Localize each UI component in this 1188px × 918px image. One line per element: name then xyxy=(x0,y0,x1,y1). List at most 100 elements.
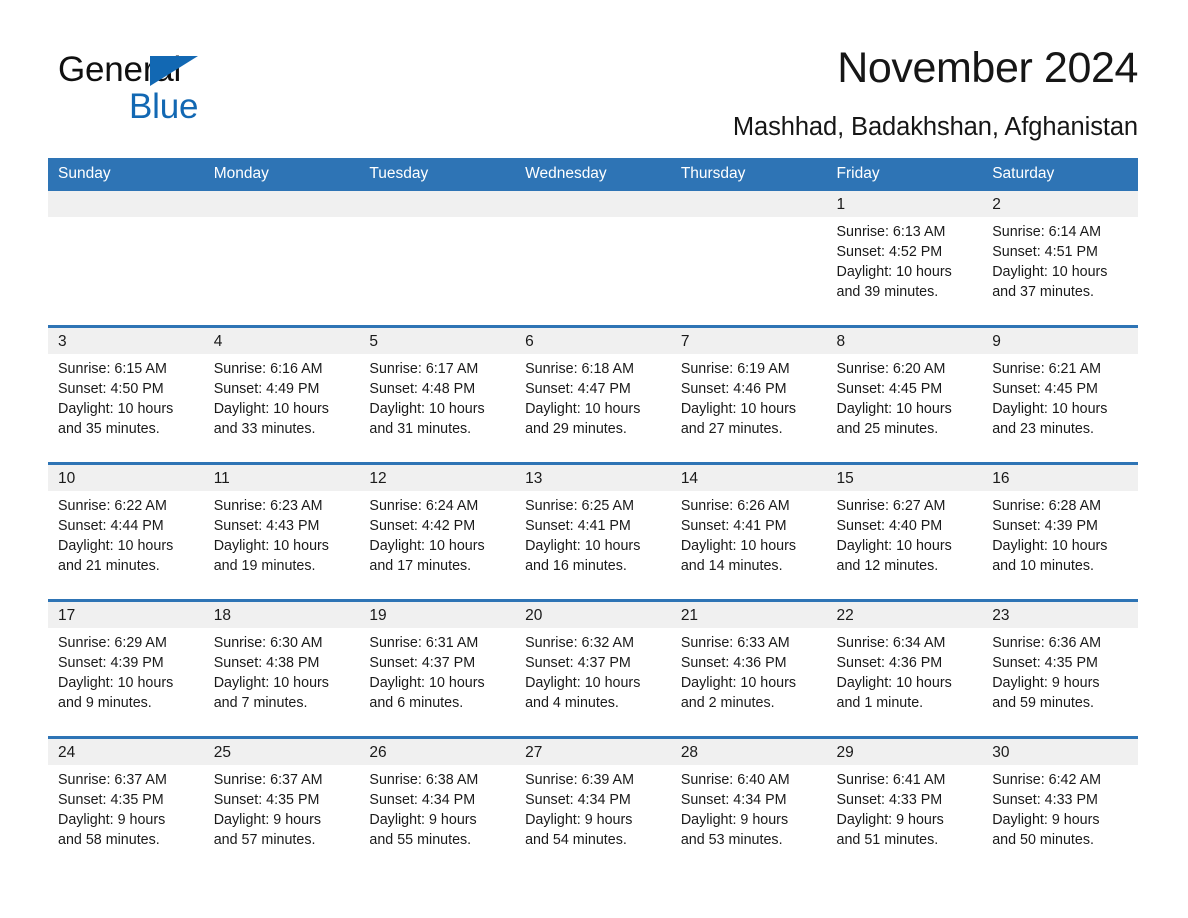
calendar-day-cell[interactable]: 14 Sunrise: 6:26 AM Sunset: 4:41 PM Dayligh… xyxy=(670,462,827,601)
sunrise-time: Sunrise: 6:20 AM xyxy=(836,361,946,377)
sunrise-time: Sunrise: 6:19 AM xyxy=(680,361,790,377)
day-number xyxy=(515,191,671,217)
daylight-duration-line1: Daylight: 10 hours xyxy=(836,400,952,417)
day-number: 19 xyxy=(359,602,516,628)
calendar-day-cell-empty xyxy=(515,191,671,325)
calendar-day-cell[interactable]: 3 Sunrise: 6:15 AM Sunset: 4:50 PM Daylight… xyxy=(48,325,204,464)
daylight-duration-line1: Daylight: 10 hours xyxy=(525,400,641,417)
day-number: 29 xyxy=(826,739,983,765)
daylight-duration-line1: Daylight: 10 hours xyxy=(525,674,641,691)
daylight-duration-line2: and 54 minutes. xyxy=(525,831,627,848)
sunrise-time: Sunrise: 6:22 AM xyxy=(58,498,167,514)
sunset-time: Sunset: 4:36 PM xyxy=(836,654,943,671)
calendar-day-cell[interactable]: 24 Sunrise: 6:37 AM Sunset: 4:35 PM Dayligh… xyxy=(48,736,204,873)
calendar-day-cell[interactable]: 15 Sunrise: 6:27 AM Sunset: 4:40 PM Dayligh… xyxy=(826,462,983,601)
calendar-day-cell[interactable] xyxy=(670,191,827,327)
calendar-day-cell-inner: 24 Sunrise: 6:37 AM Sunset: 4:35 PM Dayligh… xyxy=(48,739,204,873)
calendar-day-cell[interactable]: 18 Sunrise: 6:30 AM Sunset: 4:38 PM Dayligh… xyxy=(203,599,360,738)
calendar-day-cell[interactable]: 25 Sunrise: 6:37 AM Sunset: 4:35 PM Dayligh… xyxy=(203,736,360,873)
daylight-duration-line2: and 2 minutes. xyxy=(680,694,775,711)
sunrise-time: Sunrise: 6:39 AM xyxy=(525,772,634,788)
sunset-time: Sunset: 4:33 PM xyxy=(992,791,1098,808)
calendar-day-cell[interactable]: 26 Sunrise: 6:38 AM Sunset: 4:34 PM Dayligh… xyxy=(359,736,516,873)
day-number: 27 xyxy=(515,739,671,765)
day-number: 9 xyxy=(982,328,1138,354)
daylight-duration-line1: Daylight: 10 hours xyxy=(58,674,174,691)
calendar-day-cell-inner: 11 Sunrise: 6:23 AM Sunset: 4:43 PM Dayligh… xyxy=(203,465,360,599)
daylight-duration-line1: Daylight: 10 hours xyxy=(369,537,485,554)
sunset-time: Sunset: 4:35 PM xyxy=(58,791,164,808)
calendar-day-cell[interactable]: 11 Sunrise: 6:23 AM Sunset: 4:43 PM Dayligh… xyxy=(203,462,360,601)
calendar-day-cell[interactable]: 29 Sunrise: 6:41 AM Sunset: 4:33 PM Dayligh… xyxy=(826,736,983,873)
logo-text-general: General xyxy=(58,52,358,88)
calendar-day-cell[interactable]: 12 Sunrise: 6:24 AM Sunset: 4:42 PM Dayligh… xyxy=(359,462,516,601)
calendar-week-row: 10 Sunrise: 6:22 AM Sunset: 4:44 PM Dayligh… xyxy=(48,462,1138,601)
daylight-duration-line1: Daylight: 10 hours xyxy=(836,537,952,554)
sunrise-time: Sunrise: 6:38 AM xyxy=(369,772,479,788)
calendar-day-cell-inner: 22 Sunrise: 6:34 AM Sunset: 4:36 PM Dayligh… xyxy=(826,602,983,736)
calendar-day-cell-inner: 21 Sunrise: 6:33 AM Sunset: 4:36 PM Dayligh… xyxy=(670,602,827,736)
day-details: Sunrise: 6:37 AM Sunset: 4:35 PM Daylight:… xyxy=(48,765,204,851)
calendar-day-cell[interactable]: 10 Sunrise: 6:22 AM Sunset: 4:44 PM Dayligh… xyxy=(48,462,204,601)
calendar-day-cell-empty xyxy=(359,191,516,325)
day-details: Sunrise: 6:33 AM Sunset: 4:36 PM Daylight:… xyxy=(671,628,827,714)
day-number: 5 xyxy=(359,328,516,354)
day-details: Sunrise: 6:38 AM Sunset: 4:34 PM Daylight:… xyxy=(359,765,515,851)
day-details: Sunrise: 6:28 AM Sunset: 4:39 PM Daylight:… xyxy=(982,491,1138,577)
calendar-day-cell[interactable]: 28 Sunrise: 6:40 AM Sunset: 4:34 PM Dayligh… xyxy=(670,736,827,873)
sunset-time: Sunset: 4:46 PM xyxy=(680,380,787,397)
weekday-header-row: Sunday Monday Tuesday Wednesday Thursday… xyxy=(48,158,1138,191)
sunset-time: Sunset: 4:44 PM xyxy=(58,517,164,534)
calendar-day-cell[interactable]: 6 Sunrise: 6:18 AM Sunset: 4:47 PM Daylight… xyxy=(515,325,671,464)
calendar-day-cell[interactable]: 9 Sunrise: 6:21 AM Sunset: 4:45 PM Daylight… xyxy=(982,325,1138,464)
day-details: Sunrise: 6:20 AM Sunset: 4:45 PM Daylight:… xyxy=(827,354,983,440)
daylight-duration-line1: Daylight: 10 hours xyxy=(992,400,1108,417)
calendar-day-cell[interactable]: 17 Sunrise: 6:29 AM Sunset: 4:39 PM Dayligh… xyxy=(48,599,204,738)
calendar-day-cell-inner: 30 Sunrise: 6:42 AM Sunset: 4:33 PM Dayligh… xyxy=(982,739,1138,873)
location-subtitle: Mashhad, Badakhshan, Afghanistan xyxy=(732,113,1138,141)
calendar-day-cell[interactable]: 2 Sunrise: 6:14 AM Sunset: 4:51 PM Daylight… xyxy=(982,191,1138,327)
calendar-day-cell[interactable]: 20 Sunrise: 6:32 AM Sunset: 4:37 PM Dayligh… xyxy=(515,599,671,738)
day-details: Sunrise: 6:13 AM Sunset: 4:52 PM Daylight:… xyxy=(827,217,983,303)
daylight-duration-line2: and 27 minutes. xyxy=(680,420,783,437)
calendar-day-cell[interactable] xyxy=(359,191,516,327)
calendar-day-cell[interactable] xyxy=(48,191,204,327)
calendar-day-cell[interactable]: 1 Sunrise: 6:13 AM Sunset: 4:52 PM Daylight… xyxy=(826,191,983,327)
calendar-day-cell[interactable]: 23 Sunrise: 6:36 AM Sunset: 4:35 PM Dayligh… xyxy=(982,599,1138,738)
daylight-duration-line1: Daylight: 9 hours xyxy=(680,811,789,828)
calendar-day-cell[interactable] xyxy=(203,191,360,327)
day-number: 4 xyxy=(203,328,360,354)
daylight-duration-line1: Daylight: 9 hours xyxy=(525,811,633,828)
calendar-day-cell[interactable]: 22 Sunrise: 6:34 AM Sunset: 4:36 PM Dayligh… xyxy=(826,599,983,738)
sunset-time: Sunset: 4:51 PM xyxy=(992,243,1098,260)
sunrise-time: Sunrise: 6:34 AM xyxy=(836,635,946,651)
day-details: Sunrise: 6:15 AM Sunset: 4:50 PM Daylight:… xyxy=(48,354,204,440)
calendar-day-cell[interactable]: 16 Sunrise: 6:28 AM Sunset: 4:39 PM Dayligh… xyxy=(982,462,1138,601)
sunset-time: Sunset: 4:33 PM xyxy=(836,791,943,808)
calendar-day-cell[interactable]: 13 Sunrise: 6:25 AM Sunset: 4:41 PM Dayligh… xyxy=(515,462,671,601)
sunset-time: Sunset: 4:34 PM xyxy=(369,791,476,808)
calendar-day-cell[interactable]: 5 Sunrise: 6:17 AM Sunset: 4:48 PM Daylight… xyxy=(359,325,516,464)
daylight-duration-line2: and 12 minutes. xyxy=(836,557,939,574)
calendar-day-cell[interactable]: 8 Sunrise: 6:20 AM Sunset: 4:45 PM Daylight… xyxy=(826,325,983,464)
sunset-time: Sunset: 4:35 PM xyxy=(213,791,320,808)
general-blue-logo[interactable]: General Blue xyxy=(58,52,358,124)
calendar-body: 1 Sunrise: 6:13 AM Sunset: 4:52 PM Daylight… xyxy=(48,191,1138,873)
weekday-header-wednesday: Wednesday xyxy=(515,158,671,191)
daylight-duration-line1: Daylight: 10 hours xyxy=(680,400,797,417)
sunset-time: Sunset: 4:45 PM xyxy=(992,380,1098,397)
daylight-duration-line2: and 35 minutes. xyxy=(58,420,160,437)
calendar-day-cell[interactable]: 4 Sunrise: 6:16 AM Sunset: 4:49 PM Daylight… xyxy=(203,325,360,464)
weekday-header-monday: Monday xyxy=(203,158,360,191)
sunset-time: Sunset: 4:42 PM xyxy=(369,517,476,534)
calendar-day-cell[interactable]: 27 Sunrise: 6:39 AM Sunset: 4:34 PM Dayligh… xyxy=(515,736,671,873)
day-details: Sunrise: 6:23 AM Sunset: 4:43 PM Daylight:… xyxy=(204,491,360,577)
calendar-day-cell[interactable]: 21 Sunrise: 6:33 AM Sunset: 4:36 PM Dayligh… xyxy=(670,599,827,738)
calendar-day-cell[interactable]: 19 Sunrise: 6:31 AM Sunset: 4:37 PM Dayligh… xyxy=(359,599,516,738)
calendar-day-cell[interactable]: 7 Sunrise: 6:19 AM Sunset: 4:46 PM Daylight… xyxy=(670,325,827,464)
calendar-day-cell[interactable]: 30 Sunrise: 6:42 AM Sunset: 4:33 PM Dayligh… xyxy=(982,736,1138,873)
day-details: Sunrise: 6:21 AM Sunset: 4:45 PM Daylight:… xyxy=(982,354,1138,440)
sunrise-time: Sunrise: 6:23 AM xyxy=(213,498,323,514)
calendar-day-cell[interactable] xyxy=(515,191,671,327)
sunset-time: Sunset: 4:37 PM xyxy=(369,654,476,671)
